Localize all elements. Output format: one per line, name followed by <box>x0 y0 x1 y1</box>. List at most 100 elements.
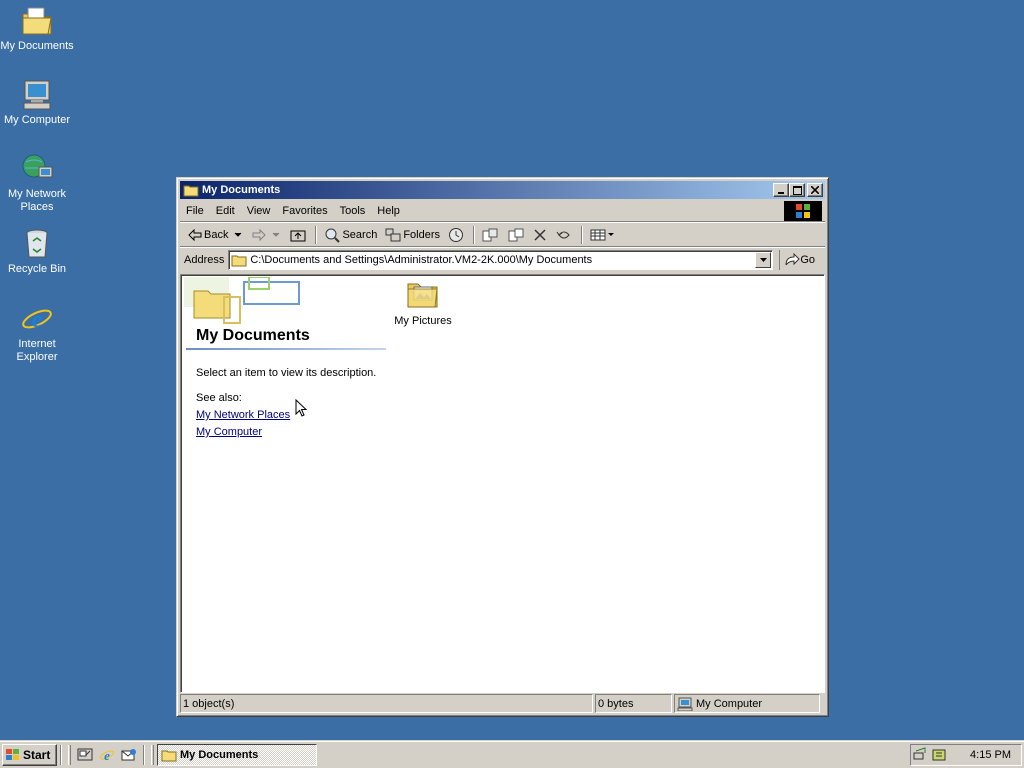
address-dropdown-button[interactable] <box>755 252 772 268</box>
folder-icon <box>231 255 247 267</box>
folders-button[interactable]: Folders <box>381 226 444 244</box>
recycle-bin-icon <box>26 229 48 258</box>
folder-item-my-pictures[interactable]: My Pictures <box>386 279 460 327</box>
my-pictures-folder-icon <box>407 283 438 308</box>
folder-content-pane[interactable]: My Documents Select an item to view its … <box>180 274 825 693</box>
desktop-icon-my-computer[interactable]: My Computer <box>0 78 74 127</box>
quicklaunch-outlook-express[interactable] <box>118 744 140 766</box>
maximize-icon <box>792 185 802 195</box>
network-connection-icon[interactable] <box>913 747 929 763</box>
clock[interactable]: 4:15 PM <box>970 749 1011 761</box>
taskbar: Start e My Documents 4:15 PM <box>0 740 1024 768</box>
status-size: 0 bytes <box>595 694 672 713</box>
status-bar: 1 object(s) 0 bytes My Computer <box>180 694 825 713</box>
go-label: Go <box>800 254 816 266</box>
taskbar-separator <box>143 744 145 765</box>
desktop-icon-my-documents[interactable]: My Documents <box>0 4 74 53</box>
search-button[interactable]: Search <box>320 225 381 245</box>
volume-icon[interactable] <box>931 747 947 763</box>
desktop-icon-label: My Network <box>7 188 67 200</box>
window-title: My Documents <box>202 184 281 196</box>
start-label: Start <box>23 747 51 762</box>
explorer-window[interactable]: My Documents File Edit View Favorites To… <box>176 177 829 717</box>
maximize-button[interactable] <box>789 183 805 197</box>
menu-file[interactable]: File <box>180 203 210 219</box>
minimize-icon <box>778 192 784 194</box>
desktop-icon-label: My Documents <box>0 40 74 52</box>
taskbar-button-label: My Documents <box>180 748 259 761</box>
quicklaunch-grip[interactable] <box>68 744 71 765</box>
close-icon <box>811 186 819 194</box>
move-to-button[interactable] <box>478 226 504 244</box>
toolbar-separator <box>581 225 584 244</box>
desktop-icon-label: My Computer <box>3 114 71 126</box>
svg-text:e: e <box>32 307 43 333</box>
show-desktop-icon <box>77 748 93 760</box>
menu-help[interactable]: Help <box>371 203 406 219</box>
desktop-icon-label: Explorer <box>16 351 58 363</box>
quicklaunch-show-desktop[interactable] <box>74 744 96 766</box>
my-computer-icon <box>677 697 693 711</box>
forward-button[interactable] <box>248 227 286 243</box>
folder-banner-graphic <box>184 277 300 324</box>
desktop-icon-network-places[interactable]: My Network Places <box>0 152 74 214</box>
title-underline <box>186 348 386 350</box>
menu-view[interactable]: View <box>241 203 277 219</box>
standard-toolbar: Back Search Folders <box>180 223 825 247</box>
quicklaunch-internet-explorer[interactable]: e <box>96 744 118 766</box>
back-arrow-icon <box>188 228 202 241</box>
mouse-cursor-icon <box>295 399 308 417</box>
views-button[interactable] <box>586 227 620 243</box>
go-button[interactable]: Go <box>779 250 819 270</box>
delete-button[interactable] <box>530 227 552 243</box>
link-my-network-places[interactable]: My Network Places <box>196 409 290 421</box>
webview-description: Select an item to view its description. <box>196 367 377 379</box>
desktop-icon-label: Recycle Bin <box>7 263 67 275</box>
undo-button[interactable] <box>552 227 578 243</box>
delete-icon <box>534 228 546 241</box>
history-button[interactable] <box>444 225 470 245</box>
system-tray: 4:15 PM <box>910 744 1022 766</box>
undo-icon <box>556 231 570 238</box>
back-button[interactable]: Back <box>184 227 248 243</box>
folders-label: Folders <box>403 228 441 241</box>
see-also-label: See also: <box>196 392 242 404</box>
taskbar-button-my-documents[interactable]: My Documents <box>157 743 317 766</box>
minimize-button[interactable] <box>773 183 789 197</box>
desktop-icon-label: Internet <box>18 338 56 350</box>
folder-icon <box>183 185 199 197</box>
address-label: Address <box>184 254 225 266</box>
internet-explorer-icon: e <box>100 748 114 763</box>
up-folder-button[interactable] <box>286 226 312 244</box>
copy-to-button[interactable] <box>504 226 530 244</box>
network-places-icon <box>22 154 53 178</box>
status-object-count: 1 object(s) <box>180 694 593 713</box>
address-value: C:\Documents and Settings\Administrator.… <box>250 254 593 266</box>
my-computer-icon <box>23 80 51 110</box>
desktop-icon-internet-explorer[interactable]: e Internet Explorer <box>0 302 74 364</box>
search-label: Search <box>342 228 378 241</box>
back-label: Back <box>204 228 229 241</box>
desktop-icon-recycle-bin[interactable]: Recycle Bin <box>0 227 74 276</box>
close-button[interactable] <box>807 183 823 197</box>
chevron-down-icon <box>608 232 615 236</box>
title-bar[interactable]: My Documents <box>180 181 825 199</box>
chevron-down-icon <box>273 232 280 237</box>
menu-tools[interactable]: Tools <box>334 203 372 219</box>
menu-edit[interactable]: Edit <box>210 203 241 219</box>
toolbar-separator <box>315 225 318 244</box>
chevron-down-icon <box>759 258 767 262</box>
webview-title: My Documents <box>196 327 310 344</box>
folder-item-label: My Pictures <box>394 315 452 327</box>
up-folder-icon <box>290 230 306 241</box>
menu-bar: File Edit View Favorites Tools Help <box>180 200 825 222</box>
start-button[interactable]: Start <box>2 743 57 766</box>
address-input[interactable]: C:\Documents and Settings\Administrator.… <box>228 250 774 270</box>
tasks-grip[interactable] <box>151 744 154 765</box>
menu-favorites[interactable]: Favorites <box>276 203 333 219</box>
folder-icon <box>161 750 177 761</box>
link-my-computer[interactable]: My Computer <box>196 426 262 438</box>
windows-flag-icon <box>6 748 19 760</box>
views-icon <box>590 229 606 240</box>
taskbar-separator <box>60 744 62 765</box>
